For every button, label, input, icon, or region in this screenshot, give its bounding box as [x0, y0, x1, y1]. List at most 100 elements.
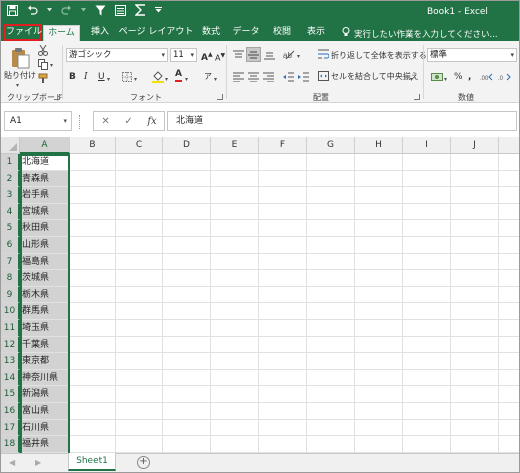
cell-g9[interactable] [307, 286, 355, 304]
cell-i10[interactable] [403, 303, 451, 320]
row-header-8[interactable]: 8 [1, 270, 20, 287]
cell-e18[interactable] [211, 436, 259, 453]
redo-dropdown-icon[interactable] [81, 8, 86, 12]
cell-e16[interactable] [211, 403, 259, 420]
increase-indent-icon[interactable] [297, 70, 310, 83]
cell-b18[interactable] [70, 436, 116, 453]
cell-f6[interactable] [259, 237, 307, 254]
cell-partial[interactable] [499, 303, 519, 320]
filter-icon[interactable] [95, 5, 106, 16]
cell-d10[interactable] [163, 303, 211, 320]
cell-e11[interactable] [211, 320, 259, 337]
cell-b5[interactable] [70, 220, 116, 237]
cell-g1[interactable] [307, 154, 355, 171]
cell-a10[interactable]: 群馬県 [20, 303, 70, 320]
cell-a3[interactable]: 岩手県 [20, 187, 70, 204]
cell-h18[interactable] [355, 436, 403, 453]
cell-f7[interactable] [259, 253, 307, 271]
cell-j18[interactable] [451, 436, 499, 453]
font-name-combo[interactable]: 游ゴシック ▾ [66, 48, 168, 62]
cell-a5[interactable]: 秋田県 [20, 220, 70, 237]
cell-e13[interactable] [211, 353, 259, 370]
column-header-e[interactable]: E [211, 137, 259, 154]
cell-d7[interactable] [163, 253, 211, 271]
cell-h6[interactable] [355, 237, 403, 254]
cell-f3[interactable] [259, 187, 307, 204]
cell-j2[interactable] [451, 170, 499, 188]
cell-partial[interactable] [499, 220, 519, 237]
row-header-2[interactable]: 2 [1, 170, 20, 188]
cell-f18[interactable] [259, 436, 307, 453]
cell-partial[interactable] [499, 287, 519, 304]
cell-partial[interactable] [499, 154, 519, 171]
cell-d9[interactable] [163, 286, 211, 304]
cell-c3[interactable] [116, 187, 163, 204]
cell-d8[interactable] [163, 270, 211, 287]
tab-page-layout[interactable]: ページ レイアウト [118, 25, 194, 41]
cell-c9[interactable] [116, 286, 163, 304]
scroll-sheets-left-icon[interactable]: ◀ [9, 458, 15, 467]
cell-d4[interactable] [163, 203, 211, 221]
cell-e2[interactable] [211, 170, 259, 188]
column-header-d[interactable]: D [163, 137, 211, 154]
cell-i1[interactable] [403, 154, 451, 171]
cell-c12[interactable] [116, 336, 163, 354]
cell-c10[interactable] [116, 303, 163, 320]
cell-a12[interactable]: 千葉県 [20, 336, 70, 354]
row-header-10[interactable]: 10 [1, 303, 20, 320]
cell-partial[interactable] [499, 386, 519, 403]
column-header-j[interactable]: J [451, 137, 499, 154]
cell-a11[interactable]: 埼玉県 [20, 320, 70, 337]
cell-g13[interactable] [307, 353, 355, 370]
cell-b12[interactable] [70, 336, 116, 354]
underline-button[interactable]: U [98, 71, 105, 83]
orientation-icon[interactable]: ab [282, 48, 296, 61]
cell-e14[interactable] [211, 369, 259, 387]
tab-data[interactable]: データ [229, 25, 263, 41]
decrease-indent-icon[interactable] [282, 70, 295, 83]
decrease-decimal-icon[interactable]: .0 [497, 70, 511, 83]
cell-b15[interactable] [70, 386, 116, 403]
cell-c8[interactable] [116, 270, 163, 287]
cell-g18[interactable] [307, 436, 355, 453]
cell-g2[interactable] [307, 170, 355, 188]
cell-i6[interactable] [403, 237, 451, 254]
undo-dropdown-icon[interactable] [47, 8, 52, 12]
merge-center-icon[interactable] [317, 70, 329, 82]
cell-j3[interactable] [451, 187, 499, 204]
font-color-button[interactable]: A [175, 69, 182, 82]
cell-d13[interactable] [163, 353, 211, 370]
cell-g17[interactable] [307, 419, 355, 437]
scroll-sheets-right-icon[interactable]: ▶ [35, 458, 41, 467]
cell-e17[interactable] [211, 419, 259, 437]
cell-d1[interactable] [163, 154, 211, 171]
cell-i2[interactable] [403, 170, 451, 188]
cell-g8[interactable] [307, 270, 355, 287]
cell-e9[interactable] [211, 286, 259, 304]
cell-i4[interactable] [403, 203, 451, 221]
cell-i5[interactable] [403, 220, 451, 237]
cell-c11[interactable] [116, 320, 163, 337]
sheet-tab-sheet1[interactable]: Sheet1 [68, 453, 116, 471]
row-header-9[interactable]: 9 [1, 286, 20, 304]
cell-c16[interactable] [116, 403, 163, 420]
bold-button[interactable]: B [69, 71, 76, 83]
cell-h3[interactable] [355, 187, 403, 204]
select-all-button[interactable] [1, 137, 20, 154]
cell-j9[interactable] [451, 286, 499, 304]
cell-partial[interactable] [499, 187, 519, 204]
cell-c1[interactable] [116, 154, 163, 171]
name-box[interactable]: A1 ▾ [4, 111, 72, 131]
cell-i12[interactable] [403, 336, 451, 354]
paste-icon[interactable] [7, 47, 33, 69]
cell-f17[interactable] [259, 419, 307, 437]
cell-a6[interactable]: 山形県 [20, 237, 70, 254]
cell-d16[interactable] [163, 403, 211, 420]
grow-font-button[interactable]: A▲ [201, 49, 213, 64]
cell-e4[interactable] [211, 203, 259, 221]
cell-a7[interactable]: 福島県 [20, 253, 70, 271]
font-size-combo[interactable]: 11 ▾ [170, 48, 197, 62]
confirm-entry-icon[interactable]: ✓ [124, 116, 132, 127]
accounting-dropdown-icon[interactable]: ▾ [444, 74, 447, 86]
row-header-11[interactable]: 11 [1, 320, 20, 337]
